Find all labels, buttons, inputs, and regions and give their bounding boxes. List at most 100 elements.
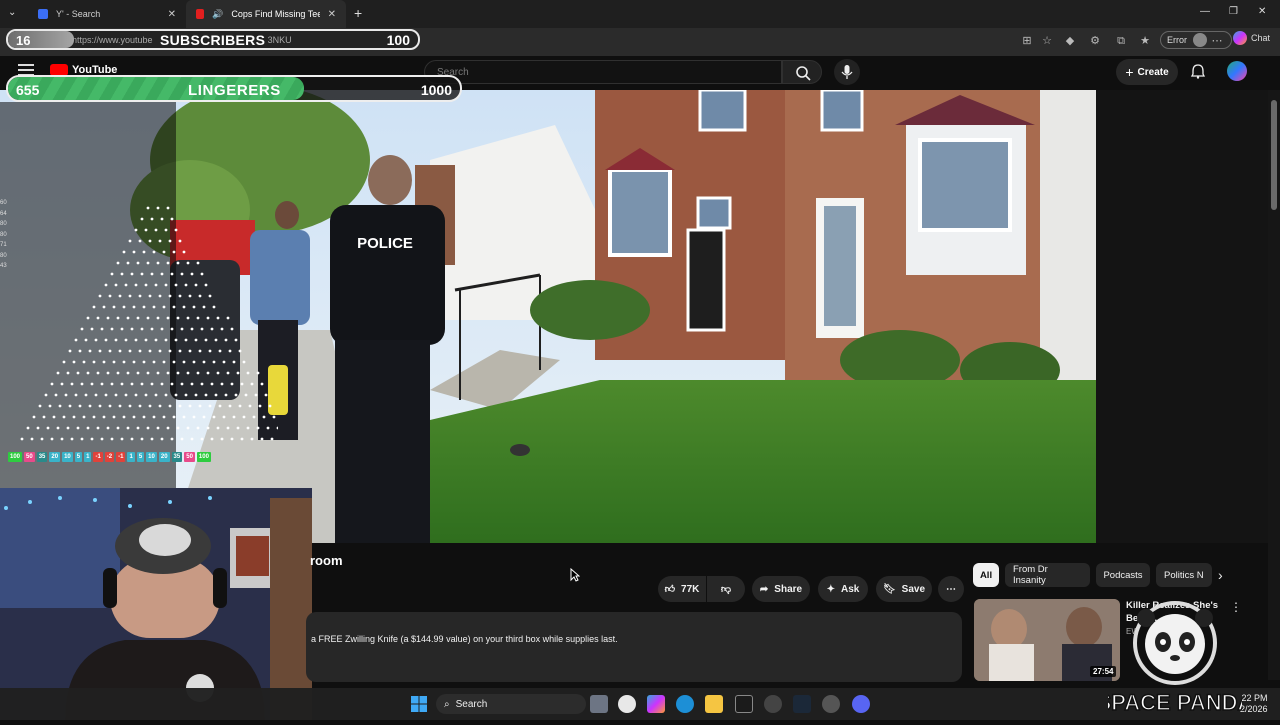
account-avatar[interactable]	[1227, 61, 1247, 81]
taskbar-clock[interactable]: 22 PM 2/2026	[1240, 693, 1268, 715]
visualizer-dot	[262, 415, 266, 419]
edge-icon[interactable]	[676, 695, 694, 713]
visualizer-dot	[102, 305, 106, 309]
share-icon: ➦	[759, 583, 769, 595]
restore-icon[interactable]: ❐	[1229, 6, 1238, 17]
notifications-bell-icon[interactable]	[1190, 63, 1206, 79]
chip-politics[interactable]: Politics N	[1156, 563, 1212, 587]
visualizer-dot	[146, 371, 150, 375]
visualizer-dot	[194, 283, 198, 287]
visualizer-dot	[160, 272, 164, 276]
visualizer-dot	[128, 349, 132, 353]
visualizer-dot	[142, 415, 146, 419]
visualizer-dot	[178, 404, 182, 408]
visualizer-dot	[128, 294, 132, 298]
thumbs-up-icon: 👍︎	[664, 584, 676, 595]
chip-from-dr-insanity[interactable]: From Dr Insanity	[1005, 563, 1090, 587]
file-explorer-icon[interactable]	[705, 695, 723, 713]
close-tab-icon[interactable]: ✕	[328, 9, 336, 20]
visualizer-dot	[134, 393, 138, 397]
visualizer-dot	[232, 415, 236, 419]
visualizer-dot	[176, 426, 180, 430]
visualizer-dot	[120, 437, 124, 441]
obs-icon[interactable]	[764, 695, 782, 713]
visualizer-dot	[244, 393, 248, 397]
microphone-icon	[841, 65, 853, 79]
visualizer-dot	[148, 404, 152, 408]
extensions-icon[interactable]: ⧉	[1114, 34, 1128, 48]
tab-search[interactable]: Y' - Search ✕	[28, 0, 186, 28]
visualizer-dot	[192, 360, 196, 364]
save-button[interactable]: 🔖︎ Save	[876, 576, 932, 602]
task-view-icon[interactable]	[590, 695, 608, 713]
taskbar-search[interactable]: ⌕ Search	[436, 694, 586, 714]
meter-level-chip: 100	[196, 452, 211, 462]
visualizer-dot	[26, 426, 30, 430]
meter-level-chip: 20	[49, 452, 61, 462]
new-tab-button[interactable]: +	[354, 5, 362, 21]
discord-icon[interactable]	[852, 695, 870, 713]
visualizer-dot	[204, 393, 208, 397]
visualizer-dot	[70, 382, 74, 386]
app-icon[interactable]	[822, 695, 840, 713]
steam-icon[interactable]	[793, 695, 811, 713]
visualizer-dot	[230, 327, 234, 331]
copilot-chat-button[interactable]: Chat	[1233, 31, 1270, 45]
copilot-app-icon[interactable]	[647, 695, 665, 713]
visualizer-dot	[204, 283, 208, 287]
visualizer-dot	[202, 360, 206, 364]
close-tab-icon[interactable]: ✕	[168, 9, 176, 20]
visualizer-dot	[226, 316, 230, 320]
page-scrollbar[interactable]	[1268, 90, 1280, 680]
extension-diamond-icon[interactable]: ◆	[1063, 34, 1077, 48]
meter-level-chip: 1	[127, 452, 135, 462]
visualizer-dot	[156, 371, 160, 375]
extension-gear-icon[interactable]: ⚙	[1088, 34, 1102, 48]
windows-start-icon[interactable]	[410, 695, 428, 713]
like-button[interactable]: 👍︎ 77K	[658, 576, 706, 602]
chrome-icon[interactable]	[618, 695, 636, 713]
create-label: Create	[1137, 66, 1169, 78]
ask-button[interactable]: ✦ Ask	[818, 576, 868, 602]
visualizer-dot	[230, 437, 234, 441]
share-button[interactable]: ➦ Share	[752, 576, 810, 602]
tab-list-chevron-icon[interactable]: ⌄	[8, 7, 16, 18]
visualizer-dot	[136, 261, 140, 265]
db-scale-label: 80	[0, 252, 7, 259]
meter-level-chip: 5	[136, 452, 145, 462]
visualizer-dot	[60, 382, 64, 386]
visualizer-dot	[186, 426, 190, 430]
search-input[interactable]: Search	[424, 60, 782, 84]
meter-level-chip: 10	[146, 452, 157, 462]
more-options-icon[interactable]: ⋯	[1210, 34, 1224, 48]
close-window-icon[interactable]: ✕	[1258, 6, 1266, 17]
visualizer-dot	[120, 327, 124, 331]
visualizer-dot	[164, 393, 168, 397]
app-icon[interactable]	[735, 695, 753, 713]
dislike-button[interactable]: 👎︎	[707, 576, 745, 602]
minimize-icon[interactable]: —	[1200, 6, 1210, 17]
chip-all[interactable]: All	[973, 563, 999, 587]
favorites-icon[interactable]: ★	[1138, 34, 1152, 48]
visualizer-dot	[272, 415, 276, 419]
visualizer-dot	[142, 360, 146, 364]
visualizer-dot	[130, 327, 134, 331]
more-actions-button[interactable]: ⋯	[938, 576, 964, 602]
visualizer-dot	[140, 382, 144, 386]
create-button[interactable]: + Create	[1116, 59, 1178, 85]
tab-video[interactable]: 🔊 Cops Find Missing Teen's Bod ✕	[186, 0, 346, 28]
chevron-right-icon[interactable]: ›	[1218, 567, 1223, 583]
meter-level-chip: 1	[84, 452, 92, 462]
visualizer-dot	[166, 371, 170, 375]
scrollbar-thumb[interactable]	[1271, 100, 1277, 210]
visualizer-dot	[166, 426, 170, 430]
meter-level-chip: -2	[104, 452, 115, 462]
description-box[interactable]	[306, 612, 962, 682]
search-button[interactable]	[782, 60, 822, 84]
app-available-icon[interactable]: ⊞	[1020, 34, 1034, 48]
voice-search-button[interactable]	[834, 59, 860, 85]
visualizer-dot	[176, 316, 180, 320]
visualizer-dot	[144, 283, 148, 287]
favorite-star-icon[interactable]: ☆	[1040, 34, 1054, 48]
chip-podcasts[interactable]: Podcasts	[1096, 563, 1150, 587]
